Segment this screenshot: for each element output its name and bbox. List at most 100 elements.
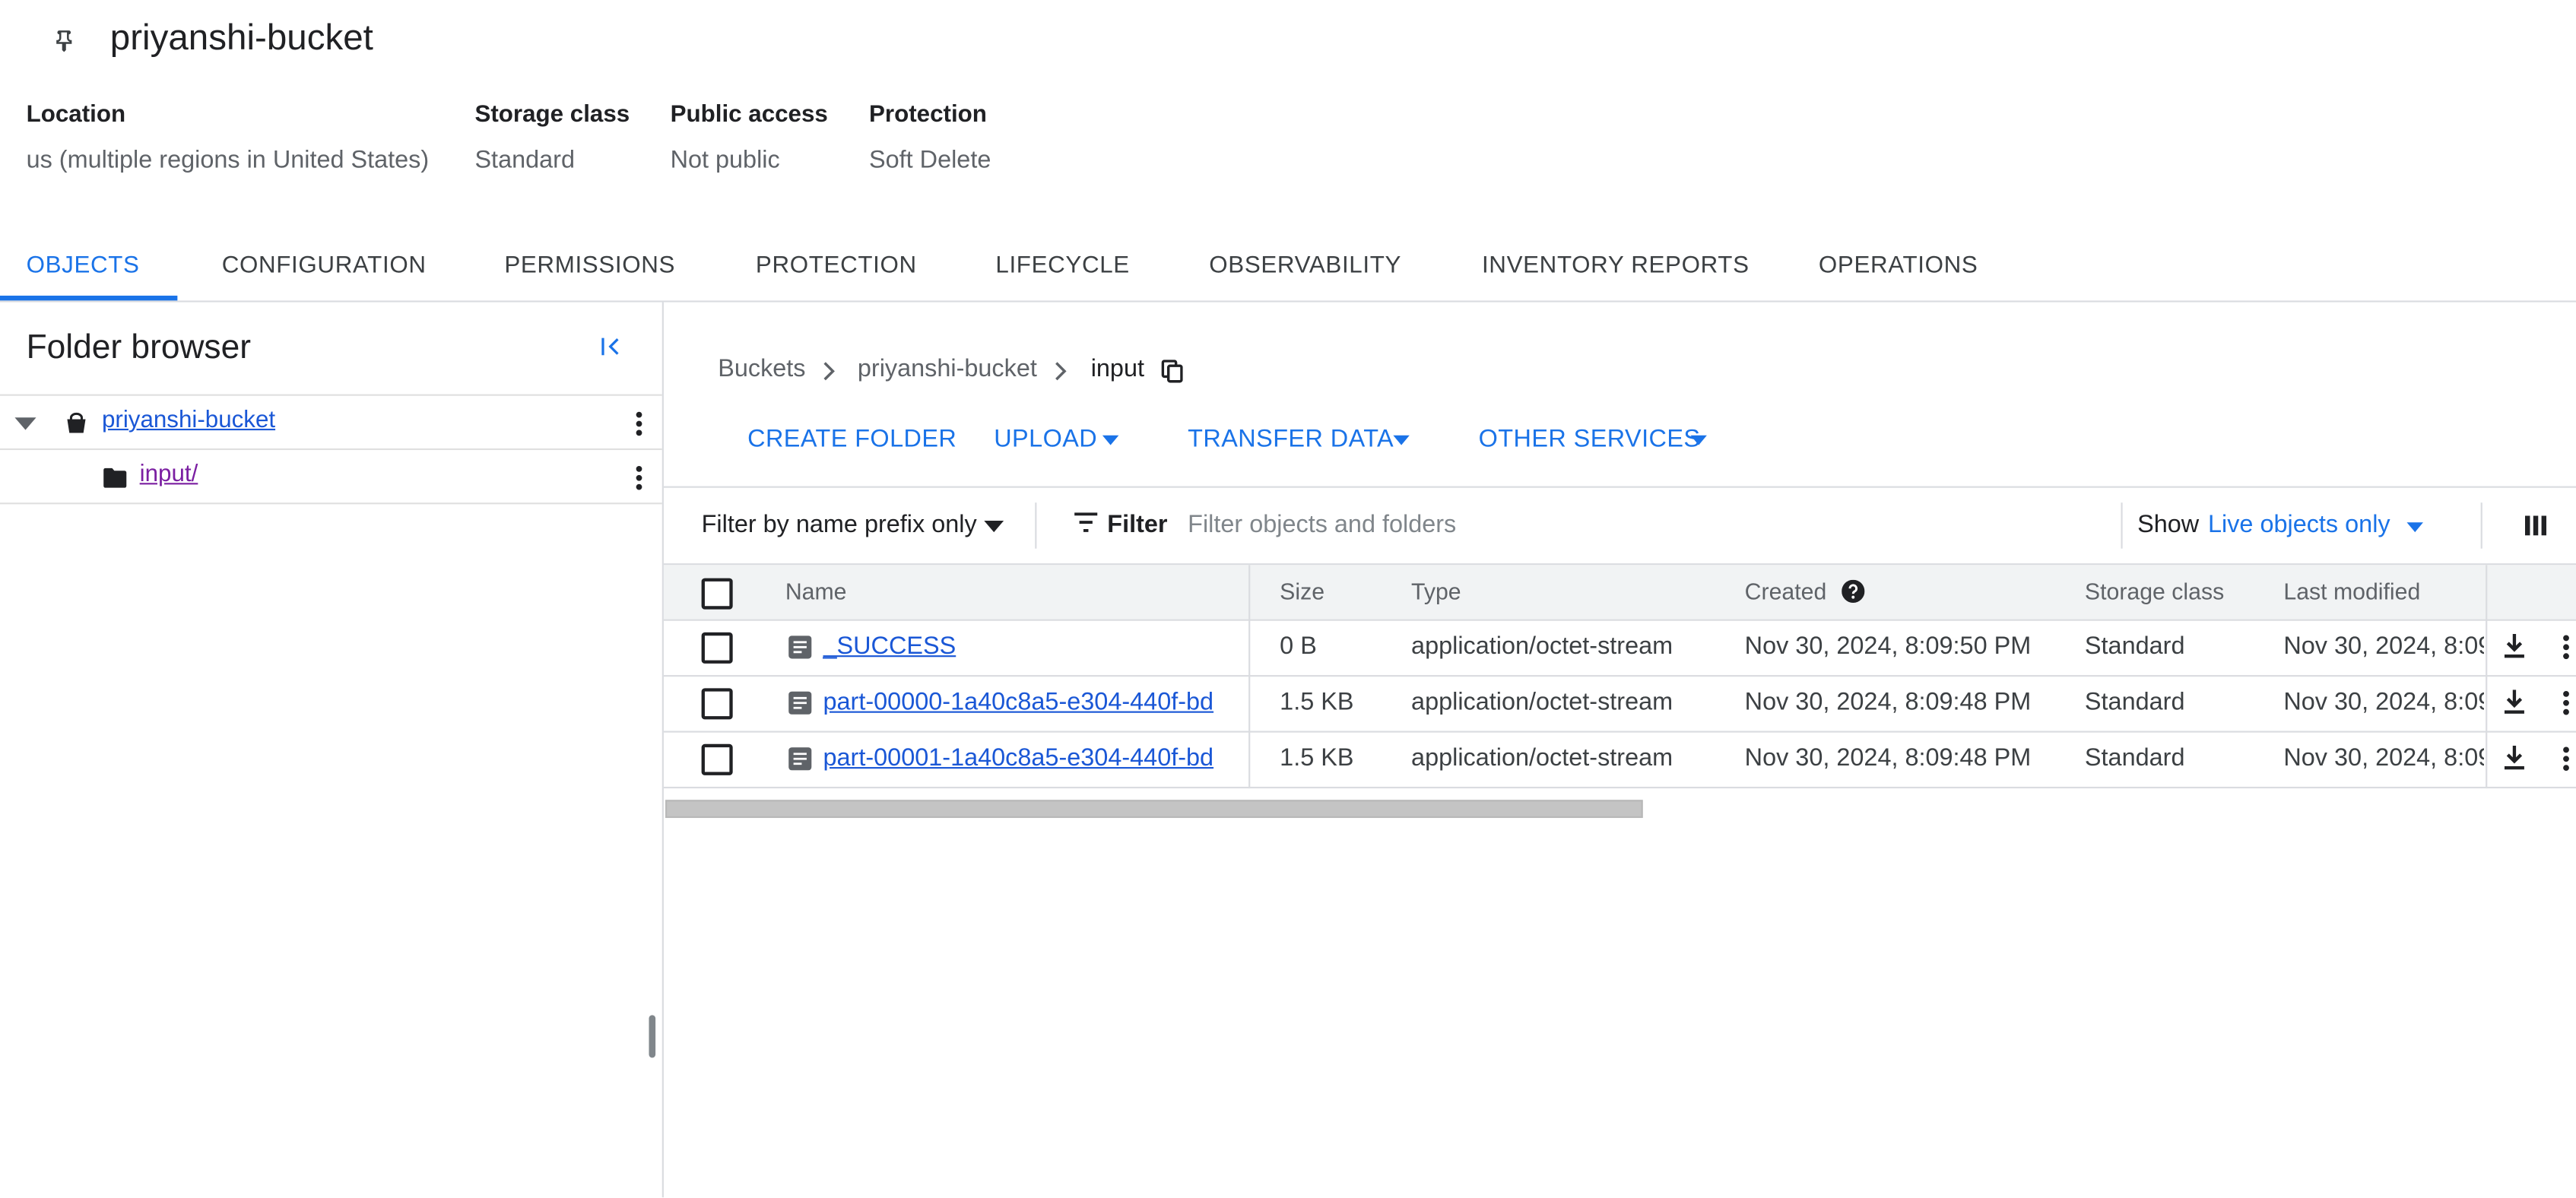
storage-class-value: Standard bbox=[474, 146, 576, 175]
filter-label: Filter bbox=[1107, 510, 1168, 539]
object-type: application/octet-stream bbox=[1411, 743, 1673, 772]
filter-list-icon bbox=[1074, 512, 1098, 532]
object-type: application/octet-stream bbox=[1411, 632, 1673, 661]
object-created: Nov 30, 2024, 8:09:48 PM bbox=[1744, 688, 2032, 717]
create-folder-button[interactable]: CREATE FOLDER bbox=[747, 426, 956, 454]
tabs-divider bbox=[0, 300, 2576, 303]
object-size: 1.5 KB bbox=[1280, 743, 1354, 772]
download-icon[interactable] bbox=[2504, 745, 2525, 770]
row-checkbox[interactable] bbox=[701, 743, 733, 775]
transfer-data-button[interactable]: TRANSFER DATA bbox=[1188, 426, 1394, 454]
chevron-right-icon bbox=[823, 362, 835, 381]
tree-item-bucket-label[interactable]: priyanshi-bucket bbox=[102, 407, 275, 434]
object-size: 1.5 KB bbox=[1280, 688, 1354, 717]
object-storage-class: Standard bbox=[2084, 688, 2185, 717]
more-vert-icon[interactable] bbox=[634, 464, 644, 491]
more-vert-icon[interactable] bbox=[2562, 634, 2571, 661]
row-checkbox[interactable] bbox=[701, 688, 733, 720]
object-last-modified: Nov 30, 2024, 8:09 bbox=[2283, 688, 2484, 717]
bucket-icon bbox=[67, 412, 86, 433]
public-access-value: Not public bbox=[670, 146, 780, 175]
location-value: us (multiple regions in United States) bbox=[26, 146, 430, 175]
column-header-type[interactable]: Type bbox=[1411, 578, 1461, 605]
download-icon[interactable] bbox=[2504, 634, 2525, 658]
object-last-modified: Nov 30, 2024, 8:09 bbox=[2283, 743, 2484, 772]
object-created: Nov 30, 2024, 8:09:50 PM bbox=[1744, 632, 2032, 661]
pin-icon[interactable] bbox=[52, 30, 75, 52]
select-all-checkbox[interactable] bbox=[701, 578, 733, 610]
object-type: application/octet-stream bbox=[1411, 688, 1673, 717]
upload-button[interactable]: UPLOAD bbox=[994, 426, 1097, 454]
column-header-storage-class[interactable]: Storage class bbox=[2085, 578, 2224, 605]
filter-separator bbox=[2480, 502, 2482, 549]
more-vert-icon[interactable] bbox=[2562, 746, 2571, 772]
tree-item-bucket[interactable] bbox=[0, 396, 662, 448]
file-icon bbox=[788, 635, 812, 659]
table-row-divider bbox=[663, 786, 2576, 789]
column-header-name[interactable]: Name bbox=[785, 578, 847, 605]
breadcrumb-current: input bbox=[1090, 354, 1144, 383]
help-icon[interactable] bbox=[1842, 579, 1865, 603]
collapse-panel-icon[interactable] bbox=[598, 331, 627, 361]
download-icon[interactable] bbox=[2504, 689, 2525, 714]
object-name-link[interactable]: part-00000-1a40c8a5-e304-440f-bd bbox=[823, 688, 1214, 716]
object-last-modified: Nov 30, 2024, 8:09 bbox=[2283, 632, 2484, 661]
expand-caret-icon[interactable] bbox=[14, 417, 36, 430]
column-header-last-modified[interactable]: Last modified bbox=[2283, 578, 2420, 605]
breadcrumb-bucket[interactable]: priyanshi-bucket bbox=[858, 355, 1037, 383]
tab-inventory-reports[interactable]: INVENTORY REPORTS bbox=[1482, 253, 1750, 280]
panel-resize-handle[interactable] bbox=[649, 1015, 656, 1058]
public-access-label: Public access bbox=[670, 101, 828, 128]
file-icon bbox=[788, 747, 812, 771]
filter-separator bbox=[2121, 502, 2123, 549]
tree-item-input-label[interactable]: input/ bbox=[140, 461, 198, 488]
show-label: Show bbox=[2137, 510, 2200, 539]
file-icon bbox=[788, 691, 812, 715]
more-vert-icon[interactable] bbox=[634, 410, 644, 437]
location-label: Location bbox=[26, 101, 126, 128]
tab-configuration[interactable]: CONFIGURATION bbox=[222, 253, 427, 280]
object-storage-class: Standard bbox=[2084, 743, 2185, 772]
more-vert-icon[interactable] bbox=[2562, 689, 2571, 716]
column-header-size[interactable]: Size bbox=[1280, 578, 1324, 605]
tab-permissions[interactable]: PERMISSIONS bbox=[504, 253, 675, 280]
tab-protection[interactable]: PROTECTION bbox=[756, 253, 917, 280]
object-size: 0 B bbox=[1280, 632, 1317, 661]
chevron-right-icon bbox=[1055, 362, 1067, 381]
object-name-link[interactable]: _SUCCESS bbox=[823, 632, 956, 661]
table-row-divider bbox=[663, 675, 2576, 677]
actions-divider bbox=[663, 486, 2576, 488]
dropdown-arrow-icon[interactable] bbox=[2406, 522, 2424, 533]
dropdown-arrow-icon[interactable] bbox=[1102, 435, 1119, 445]
tree-item-input-folder[interactable] bbox=[0, 450, 662, 502]
column-header-created[interactable]: Created bbox=[1745, 578, 1827, 605]
column-display-icon[interactable] bbox=[2524, 515, 2547, 536]
object-name-link[interactable]: part-00001-1a40c8a5-e304-440f-bd bbox=[823, 744, 1214, 772]
copy-icon[interactable] bbox=[1161, 360, 1183, 383]
row-checkbox[interactable] bbox=[701, 632, 733, 664]
tab-objects[interactable]: OBJECTS bbox=[27, 253, 140, 280]
tab-observability[interactable]: OBSERVABILITY bbox=[1209, 253, 1401, 280]
dropdown-arrow-icon[interactable] bbox=[984, 520, 1004, 533]
storage-class-label: Storage class bbox=[474, 101, 630, 128]
dropdown-arrow-icon[interactable] bbox=[1690, 435, 1707, 445]
other-services-button[interactable]: OTHER SERVICES bbox=[1479, 426, 1701, 454]
horizontal-scrollbar[interactable] bbox=[665, 800, 1643, 819]
table-row-divider bbox=[663, 731, 2576, 733]
folder-icon bbox=[103, 467, 127, 488]
filter-input[interactable]: Filter objects and folders bbox=[1188, 511, 1456, 539]
dropdown-arrow-icon[interactable] bbox=[1393, 435, 1410, 445]
folder-browser-title: Folder browser bbox=[26, 328, 251, 366]
breadcrumb-buckets[interactable]: Buckets bbox=[718, 355, 805, 383]
tab-lifecycle[interactable]: LIFECYCLE bbox=[995, 253, 1129, 280]
tab-operations[interactable]: OPERATIONS bbox=[1819, 253, 1978, 280]
protection-value: Soft Delete bbox=[869, 146, 991, 175]
bucket-title: priyanshi-bucket bbox=[109, 16, 373, 58]
object-storage-class: Standard bbox=[2084, 632, 2185, 661]
object-created: Nov 30, 2024, 8:09:48 PM bbox=[1744, 743, 2032, 772]
protection-label: Protection bbox=[869, 101, 987, 128]
filter-mode-select[interactable]: Filter by name prefix only bbox=[702, 511, 977, 539]
show-objects-select[interactable]: Live objects only bbox=[2208, 511, 2390, 539]
table-header-divider bbox=[663, 619, 2576, 621]
filter-separator bbox=[1035, 502, 1037, 549]
